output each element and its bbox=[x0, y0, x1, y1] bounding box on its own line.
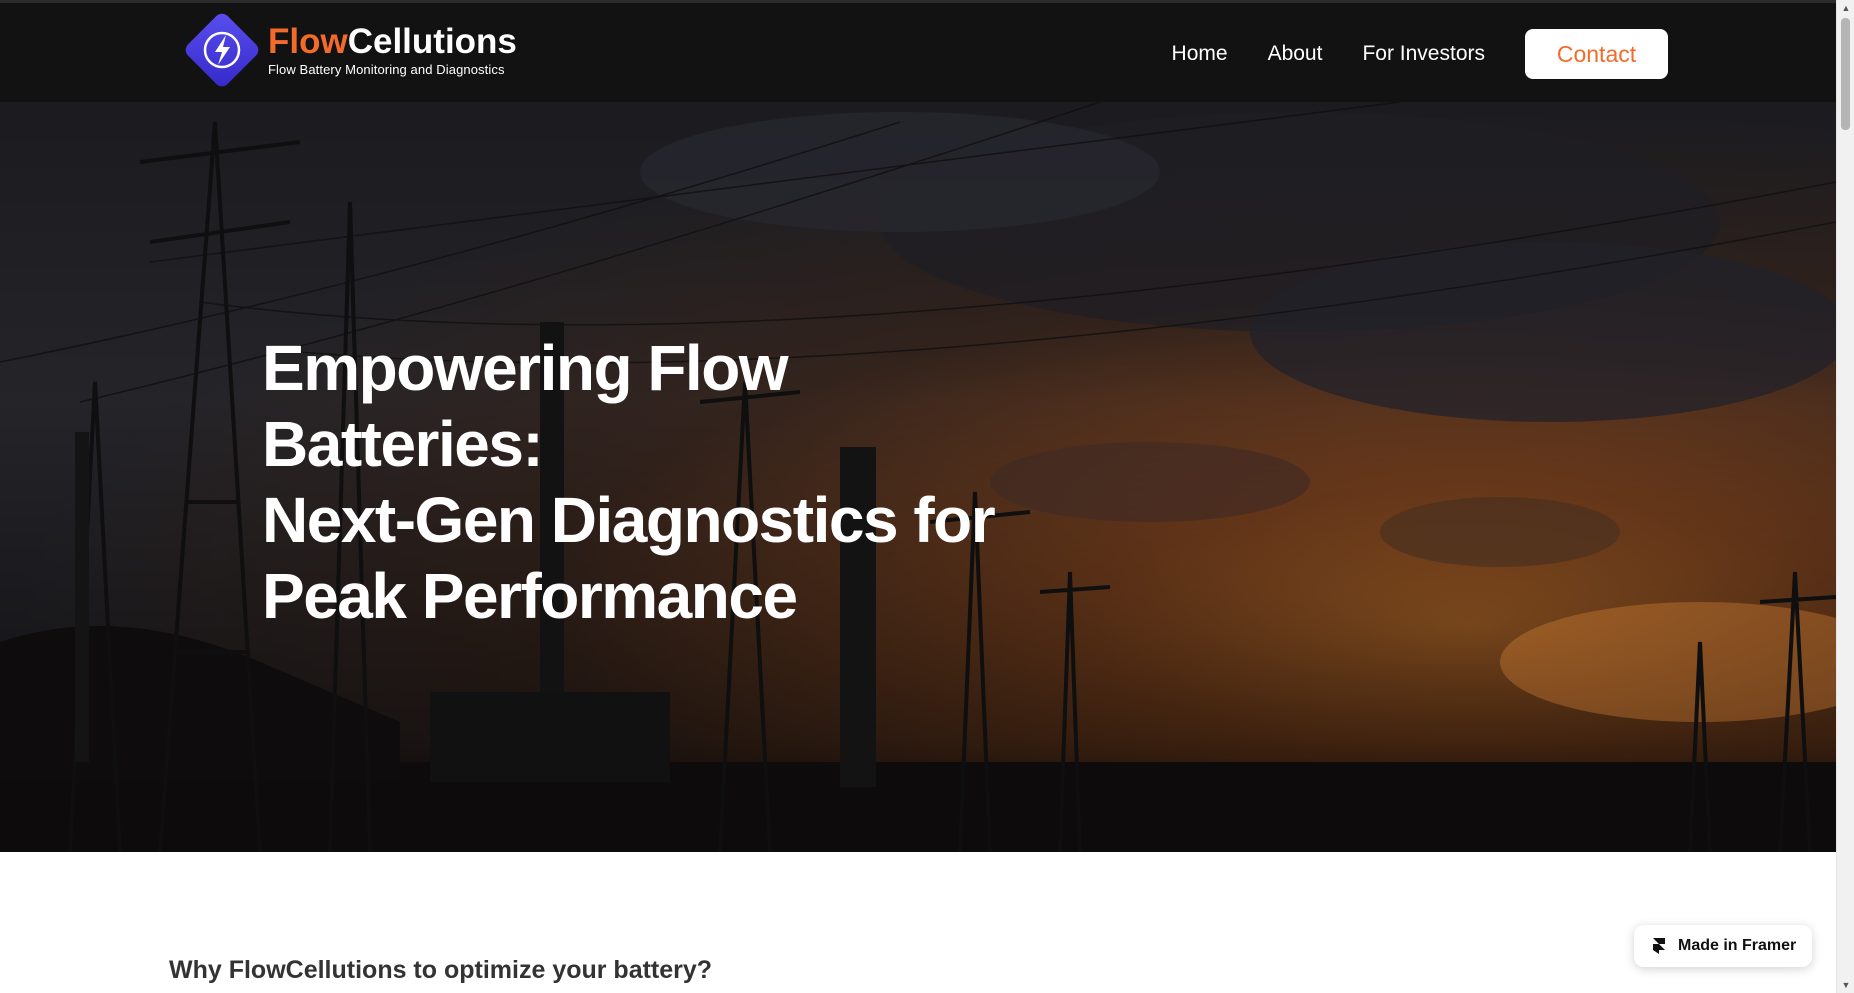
nav-links: Home About For Investors Contact bbox=[1172, 3, 1836, 105]
framer-icon bbox=[1653, 938, 1665, 954]
nav-link-for-investors[interactable]: For Investors bbox=[1362, 42, 1485, 66]
why-section: Why FlowCellutions to optimize your batt… bbox=[0, 852, 1836, 993]
hero-title: Empowering Flow Batteries: Next-Gen Diag… bbox=[262, 330, 1022, 634]
scroll-up-arrow-icon[interactable]: ▲ bbox=[1837, 0, 1854, 16]
hero-section: Empowering Flow Batteries: Next-Gen Diag… bbox=[0, 102, 1836, 852]
brand-name-flow: Flow bbox=[268, 21, 348, 61]
hero-title-line: Peak Performance bbox=[262, 560, 798, 632]
nav-link-home[interactable]: Home bbox=[1172, 42, 1228, 66]
made-in-framer-badge[interactable]: Made in Framer bbox=[1634, 925, 1812, 967]
nav-link-about[interactable]: About bbox=[1268, 42, 1323, 66]
brand-text: FlowCellutions Flow Battery Monitoring a… bbox=[268, 22, 517, 77]
brand-name-cellutions: Cellutions bbox=[347, 21, 517, 61]
scroll-down-arrow-icon[interactable]: ▼ bbox=[1837, 977, 1854, 993]
vertical-scrollbar[interactable]: ▲ ▼ bbox=[1836, 0, 1854, 993]
hero-title-line: Batteries: bbox=[262, 408, 544, 480]
lightning-logo-icon bbox=[180, 8, 264, 92]
made-in-framer-label: Made in Framer bbox=[1678, 937, 1797, 954]
brand-tagline: Flow Battery Monitoring and Diagnostics bbox=[268, 61, 505, 77]
brand-name: FlowCellutions bbox=[268, 22, 517, 62]
top-navbar: FlowCellutions Flow Battery Monitoring a… bbox=[0, 0, 1836, 102]
brand-logo-link[interactable]: FlowCellutions Flow Battery Monitoring a… bbox=[180, 8, 517, 92]
hero-title-line: Next-Gen Diagnostics for bbox=[262, 484, 996, 556]
contact-button[interactable]: Contact bbox=[1525, 29, 1668, 79]
hero-title-line: Empowering Flow bbox=[262, 332, 789, 404]
why-heading: Why FlowCellutions to optimize your batt… bbox=[169, 956, 713, 984]
page: FlowCellutions Flow Battery Monitoring a… bbox=[0, 0, 1854, 993]
scrollbar-thumb[interactable] bbox=[1841, 18, 1850, 130]
